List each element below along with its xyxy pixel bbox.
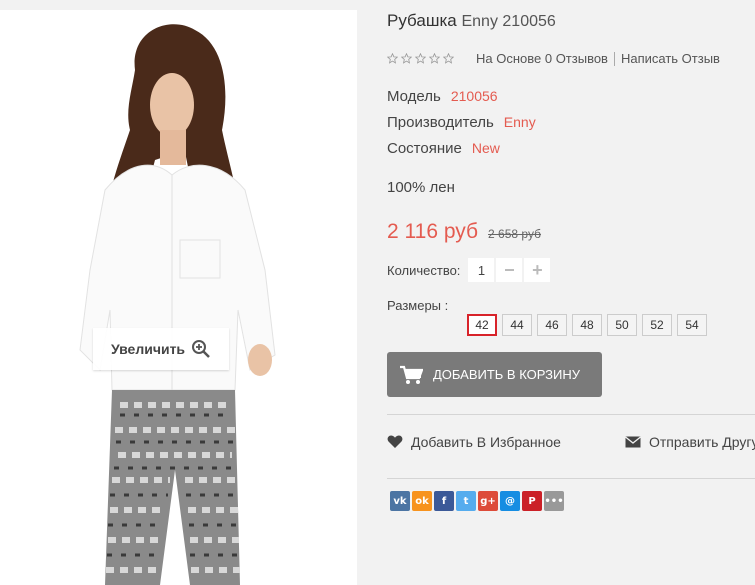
manufacturer-link[interactable]: Enny bbox=[504, 114, 536, 130]
star-empty-icon bbox=[415, 53, 426, 64]
add-to-wishlist-link[interactable]: Добавить В Избранное bbox=[387, 434, 561, 450]
odnoklassniki-icon[interactable]: ok bbox=[412, 491, 432, 511]
divider bbox=[387, 414, 755, 415]
divider bbox=[613, 51, 615, 66]
product-description: 100% лен bbox=[387, 179, 455, 196]
rating-row: На Основе 0 Отзывов Написать Отзыв bbox=[387, 51, 720, 66]
spec-value: New bbox=[471, 140, 500, 156]
product-title-rest: Enny 210056 bbox=[461, 13, 556, 30]
facebook-icon[interactable]: f bbox=[434, 491, 454, 511]
add-to-cart-label: ДОБАВИТЬ В КОРЗИНУ bbox=[433, 367, 580, 382]
spec-value: 210056 bbox=[450, 88, 498, 104]
size-options: 42 44 46 48 50 52 54 bbox=[467, 314, 707, 336]
price: 2 116 руб 2 658 руб bbox=[387, 220, 541, 244]
star-empty-icon bbox=[387, 53, 398, 64]
spec-manufacturer: Производитель Enny bbox=[387, 114, 536, 131]
quantity-input[interactable]: 1 bbox=[468, 258, 495, 282]
mail-icon[interactable]: @ bbox=[500, 491, 520, 511]
product-title: Рубашка Enny 210056 bbox=[387, 11, 556, 31]
product-image[interactable]: Увеличить bbox=[0, 10, 357, 585]
product-title-bold: Рубашка bbox=[387, 11, 457, 30]
quantity-minus-button[interactable]: − bbox=[496, 258, 523, 282]
reviews-link[interactable]: На Основе 0 Отзывов bbox=[476, 51, 608, 66]
sizes-label: Размеры : bbox=[387, 298, 449, 313]
share-buttons: vk ok f t g+ @ P ••• bbox=[390, 491, 564, 511]
send-to-friend-link[interactable]: Отправить Другу bbox=[625, 434, 755, 450]
google-plus-icon[interactable]: g+ bbox=[478, 491, 498, 511]
write-review-link[interactable]: Написать Отзыв bbox=[621, 51, 720, 66]
size-option[interactable]: 52 bbox=[642, 314, 672, 336]
star-empty-icon bbox=[443, 53, 454, 64]
spec-label: Производитель bbox=[387, 114, 494, 131]
twitter-icon[interactable]: t bbox=[456, 491, 476, 511]
add-to-cart-button[interactable]: ДОБАВИТЬ В КОРЗИНУ bbox=[387, 352, 602, 397]
spec-model: Модель 210056 bbox=[387, 88, 498, 105]
product-photo bbox=[79, 24, 276, 585]
send-friend-label: Отправить Другу bbox=[649, 434, 755, 450]
size-option[interactable]: 54 bbox=[677, 314, 707, 336]
star-empty-icon bbox=[429, 53, 440, 64]
size-option[interactable]: 48 bbox=[572, 314, 602, 336]
zoom-button[interactable]: Увеличить bbox=[93, 328, 229, 370]
rating-stars bbox=[387, 53, 454, 64]
size-option[interactable]: 50 bbox=[607, 314, 637, 336]
envelope-icon bbox=[625, 436, 641, 448]
divider bbox=[387, 478, 755, 479]
more-icon[interactable]: ••• bbox=[544, 491, 564, 511]
quantity-label: Количество: bbox=[387, 262, 461, 278]
quantity-stepper: Количество: 1 − + bbox=[387, 258, 551, 282]
quantity-plus-button[interactable]: + bbox=[524, 258, 551, 282]
price-current: 2 116 руб bbox=[387, 220, 479, 243]
heart-icon bbox=[387, 435, 403, 448]
size-option[interactable]: 46 bbox=[537, 314, 567, 336]
zoom-label: Увеличить bbox=[110, 341, 186, 357]
spec-condition: Состояние New bbox=[387, 140, 500, 157]
spec-label: Модель bbox=[387, 88, 441, 105]
cart-icon bbox=[400, 365, 423, 384]
star-empty-icon bbox=[401, 53, 412, 64]
size-option[interactable]: 44 bbox=[502, 314, 532, 336]
pinterest-icon[interactable]: P bbox=[522, 491, 542, 511]
size-option-selected[interactable]: 42 bbox=[467, 314, 497, 336]
zoom-in-icon bbox=[192, 340, 210, 358]
vk-icon[interactable]: vk bbox=[390, 491, 410, 511]
spec-label: Состояние bbox=[387, 140, 462, 157]
wishlist-label: Добавить В Избранное bbox=[411, 434, 561, 450]
price-old: 2 658 руб bbox=[488, 227, 541, 241]
